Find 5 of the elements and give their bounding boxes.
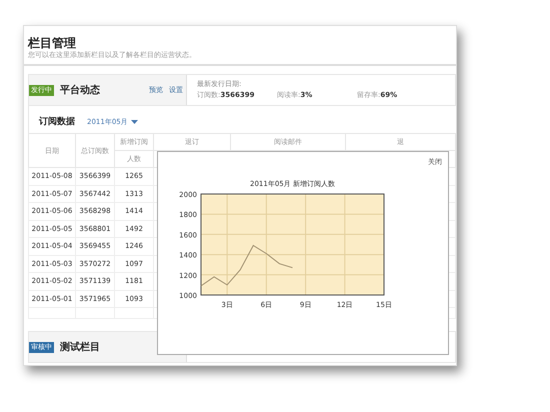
section-title: 订阅数据 (39, 116, 75, 128)
page-title: 栏目管理 (28, 36, 77, 50)
channel-name: 测试栏目 (60, 340, 101, 354)
channel-name: 平台动态 (60, 84, 101, 97)
caret-icon (130, 120, 138, 124)
